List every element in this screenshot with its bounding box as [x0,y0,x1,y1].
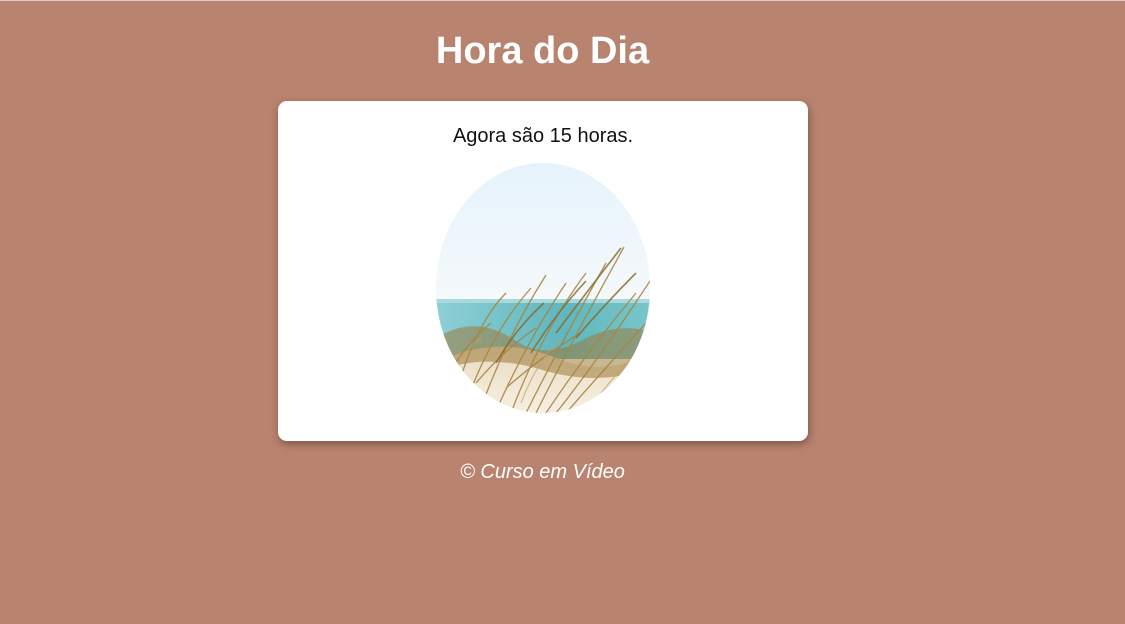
time-card: Agora são 15 horas. [278,101,808,441]
footer-credit: © Curso em Vídeo [460,461,625,483]
time-of-day-image [436,163,650,413]
time-message: Agora são 15 horas. [452,125,634,147]
page-title: Hora do Dia [435,30,650,72]
